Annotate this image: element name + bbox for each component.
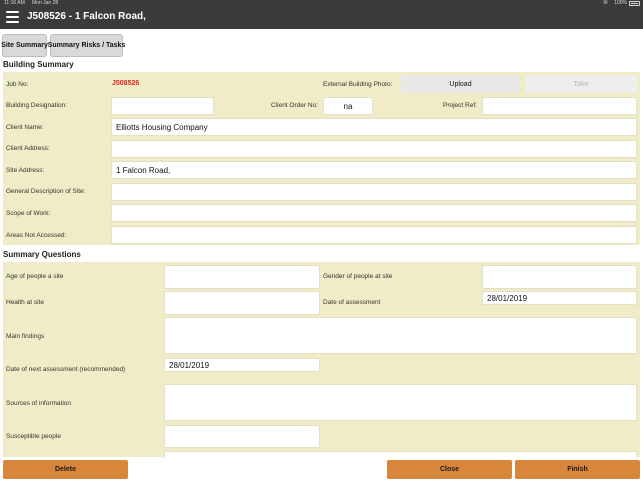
site-address-label: Site Address: — [6, 167, 45, 174]
next-question-field[interactable] — [164, 451, 637, 459]
hamburger-menu-icon[interactable] — [6, 11, 20, 24]
gender-of-people-label: Gender of people at site — [323, 273, 393, 280]
date-of-next-assessment-label: Date of next assessment (recommended) — [6, 366, 126, 373]
main-findings-field[interactable] — [164, 317, 637, 354]
finish-button[interactable]: Finish — [515, 460, 640, 479]
scope-of-work-label: Scope of Work: — [6, 210, 51, 217]
date-of-next-assessment-field[interactable]: 28/01/2019 — [164, 358, 320, 372]
client-name-field[interactable]: Elliotts Housing Company — [111, 118, 637, 136]
areas-not-accessed-label: Areas Not Accessed: — [6, 232, 67, 239]
susceptible-people-label: Susceptible people — [6, 433, 61, 440]
job-no-value: J508526 — [112, 80, 140, 87]
age-of-people-field[interactable] — [164, 265, 320, 289]
job-no-label: Job No: — [6, 81, 29, 88]
take-photo-button[interactable]: Take — [525, 75, 637, 93]
main-findings-label: Main findings — [6, 333, 45, 340]
general-description-field[interactable] — [111, 183, 637, 201]
susceptible-people-field[interactable] — [164, 425, 320, 448]
building-summary-heading: Building Summary — [3, 60, 74, 69]
client-order-no-field[interactable]: na — [323, 97, 373, 115]
status-bar: 11:16 AM Mon Jan 28 ≋ 100% — [0, 0, 643, 7]
project-ref-label: Project Ref: — [443, 102, 477, 109]
close-button[interactable]: Close — [387, 460, 512, 479]
battery-percent: 100% — [614, 0, 627, 6]
delete-button[interactable]: Delete — [3, 460, 128, 479]
health-at-site-field[interactable] — [164, 291, 320, 315]
date-of-assessment-label: Date of assessment — [323, 299, 381, 306]
page-title: J508526 - 1 Falcon Road, — [27, 11, 146, 22]
gender-of-people-field[interactable] — [482, 265, 637, 289]
wifi-icon: ≋ — [602, 0, 608, 6]
client-name-label: Client Name: — [6, 124, 44, 131]
client-address-label: Client Address: — [6, 145, 50, 152]
date-of-assessment-field[interactable]: 28/01/2019 — [482, 291, 637, 305]
external-building-photo-label: External Building Photo: — [323, 81, 393, 88]
sources-of-information-label: Sources of information — [6, 400, 72, 407]
tab-site-summary[interactable]: Site Summary — [1, 34, 48, 57]
site-address-field[interactable]: 1 Falcon Road, — [111, 161, 637, 179]
client-order-no-label: Client Order No: — [271, 102, 318, 109]
battery-icon — [629, 1, 640, 6]
sources-of-information-field[interactable] — [164, 384, 637, 421]
summary-questions-heading: Summary Questions — [3, 250, 81, 259]
age-of-people-label: Age of people a site — [6, 273, 64, 280]
areas-not-accessed-field[interactable] — [111, 226, 637, 244]
status-date: Mon Jan 28 — [32, 0, 59, 6]
upload-photo-button[interactable]: Upload — [401, 75, 520, 93]
tab-summary-risks-tasks[interactable]: Summary Risks / Tasks — [48, 34, 125, 57]
project-ref-field[interactable] — [482, 97, 637, 115]
health-at-site-label: Health at site — [6, 299, 44, 306]
client-address-field[interactable] — [111, 140, 637, 158]
general-description-label: General Description of Site: — [6, 188, 86, 195]
building-designation-label: Building Designation: — [6, 102, 68, 109]
navigation-bar: J508526 - 1 Falcon Road, — [0, 7, 643, 29]
building-designation-field[interactable] — [111, 97, 214, 115]
scope-of-work-field[interactable] — [111, 204, 637, 222]
status-time: 11:16 AM — [4, 0, 25, 6]
